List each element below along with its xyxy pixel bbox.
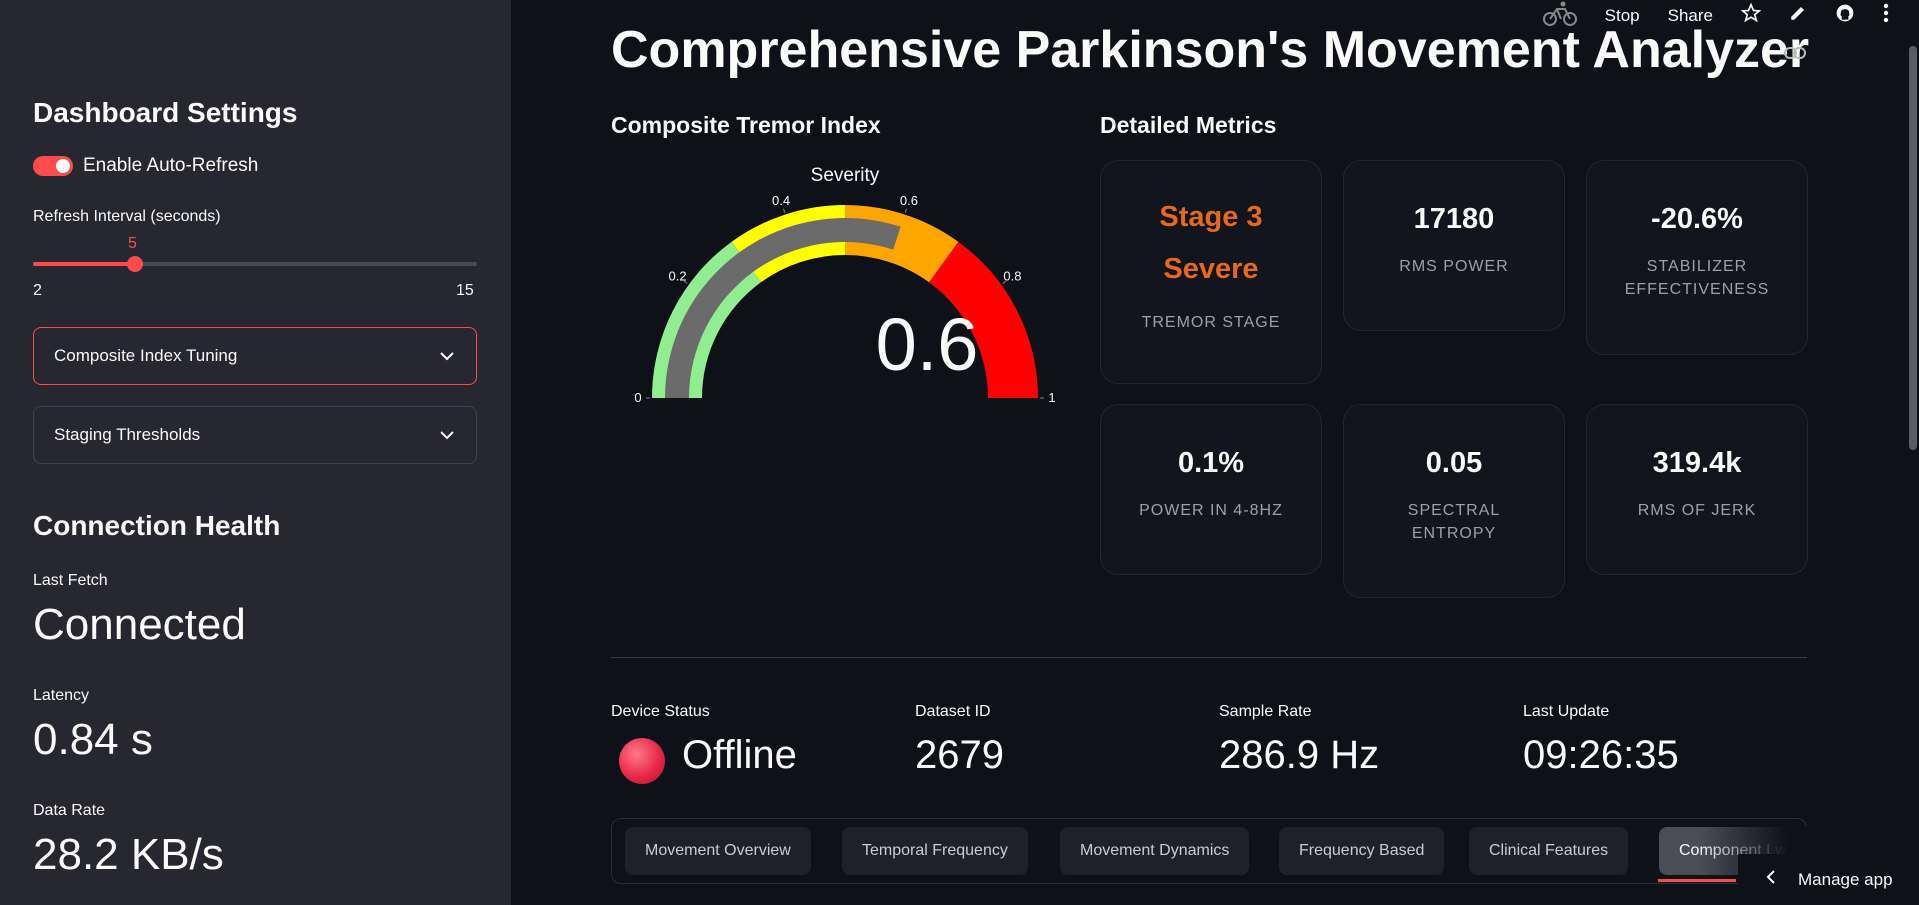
data-rate-value: 28.2 KB/s	[33, 830, 224, 879]
metric-value: 0.05	[1425, 447, 1483, 479]
staging-thresholds-expander[interactable]: Staging Thresholds	[33, 406, 477, 464]
dataset-id-value: 2679	[915, 733, 1004, 777]
gauge-value: 0.6	[876, 303, 979, 386]
tab-temporal-frequency[interactable]: Temporal Frequency	[842, 827, 1028, 875]
metric-label: RMS POWER	[1399, 258, 1509, 275]
metrics-heading: Detailed Metrics	[1100, 112, 1277, 138]
metric-card-power-4-8hz: 0.1% POWER IN 4-8HZ	[1100, 404, 1322, 575]
more-vertical-icon[interactable]	[1883, 3, 1889, 29]
gauge-tick	[904, 208, 907, 213]
refresh-slider-min: 2	[33, 282, 42, 299]
refresh-slider-value: 5	[128, 235, 137, 252]
tab-bar: Movement Overview Temporal Frequency Mov…	[611, 818, 1809, 884]
metric-value: 0.1%	[1177, 447, 1245, 479]
refresh-slider[interactable]	[33, 256, 477, 272]
refresh-interval-label: Refresh Interval (seconds)	[33, 208, 221, 225]
settings-heading: Dashboard Settings	[33, 97, 298, 128]
composite-index-tuning-expander[interactable]: Composite Index Tuning	[33, 327, 477, 385]
refresh-slider-thumb[interactable]	[127, 256, 143, 272]
metric-label: TREMOR STAGE	[1141, 314, 1281, 331]
gauge-tick-label: 0.2	[668, 268, 686, 283]
metric-card-tremor-stage: Stage 3 Severe TREMOR STAGE	[1100, 160, 1322, 384]
gauge-tick-label: 0.4	[772, 193, 790, 208]
metric-card-stabilizer: -20.6% STABILIZER EFFECTIVENESS	[1586, 160, 1808, 355]
data-rate-label: Data Rate	[33, 802, 106, 819]
refresh-slider-fill	[33, 262, 135, 266]
tab-clinical-features[interactable]: Clinical Features	[1469, 827, 1629, 875]
auto-refresh-toggle[interactable]	[33, 156, 73, 176]
metric-card-spectral-entropy: 0.05 SPECTRAL ENTROPY	[1343, 404, 1565, 598]
gauge-title: Severity	[811, 165, 880, 186]
gauge-tick-label: 0.6	[900, 193, 918, 208]
sample-rate-value: 286.9 Hz	[1219, 733, 1380, 777]
dataset-id-label: Dataset ID	[915, 703, 991, 720]
gauge-heading: Composite Tremor Index	[611, 112, 881, 138]
metric-value: Stage 3	[1159, 201, 1263, 233]
status-indicator-icon	[619, 738, 665, 784]
github-icon[interactable]	[1835, 3, 1855, 29]
auto-refresh-label: Enable Auto-Refresh	[83, 155, 259, 176]
last-fetch-label: Last Fetch	[33, 572, 108, 589]
refresh-slider-max: 15	[456, 282, 474, 299]
chevron-down-icon	[440, 348, 454, 364]
expander-label: Composite Index Tuning	[54, 346, 238, 365]
page-title: Comprehensive Parkinson's Movement Analy…	[611, 21, 1810, 79]
sample-rate-label: Sample Rate	[1219, 703, 1312, 720]
expander-label: Staging Thresholds	[54, 425, 201, 444]
metric-label: STABILIZER EFFECTIVENESS	[1624, 258, 1770, 298]
tab-movement-overview[interactable]: Movement Overview	[625, 827, 811, 875]
gauge-tick	[783, 208, 786, 213]
latency-value: 0.84 s	[33, 715, 153, 764]
connection-heading: Connection Health	[33, 510, 281, 541]
metric-value: 17180	[1413, 203, 1495, 235]
scrollbar[interactable]	[1909, 46, 1917, 450]
metric-value: -20.6%	[1651, 203, 1743, 235]
metric-value: 319.4k	[1652, 447, 1742, 479]
tab-movement-dynamics[interactable]: Movement Dynamics	[1060, 827, 1250, 875]
gauge-tick-label: 1	[1048, 390, 1055, 405]
chevron-left-icon	[1766, 869, 1776, 890]
metric-label: SPECTRAL ENTROPY	[1407, 502, 1501, 542]
manage-app-button[interactable]: Manage app	[1738, 854, 1919, 905]
divider	[611, 657, 1807, 658]
metric-label: RMS OF JERK	[1637, 502, 1757, 519]
active-tab-indicator	[1658, 879, 1736, 882]
chevron-down-icon	[440, 427, 454, 443]
device-status-label: Device Status	[611, 703, 710, 720]
metric-value-secondary: Severe	[1163, 253, 1259, 285]
latency-label: Latency	[33, 687, 90, 704]
device-status-value: Offline	[682, 733, 797, 777]
auto-refresh-toggle-row[interactable]: Enable Auto-Refresh	[33, 155, 258, 177]
metric-card-rms-jerk: 319.4k RMS OF JERK	[1586, 404, 1808, 575]
sidebar: Dashboard Settings Enable Auto-Refresh R…	[0, 0, 511, 905]
gauge-tick-label: 0	[634, 390, 641, 405]
last-update-value: 09:26:35	[1523, 733, 1679, 777]
tab-frequency-based[interactable]: Frequency Based	[1279, 827, 1445, 875]
link-icon[interactable]	[1784, 42, 1806, 65]
manage-app-label: Manage app	[1798, 869, 1893, 889]
last-update-label: Last Update	[1523, 703, 1610, 720]
metric-card-rms-power: 17180 RMS POWER	[1343, 160, 1565, 331]
last-fetch-value: Connected	[33, 600, 246, 649]
severity-gauge: Severity 0 0.2 0.4 0.6 0.8 1 0.6	[634, 165, 1055, 405]
gauge-tick-label: 0.8	[1003, 268, 1021, 283]
metric-label: POWER IN 4-8HZ	[1139, 502, 1283, 519]
